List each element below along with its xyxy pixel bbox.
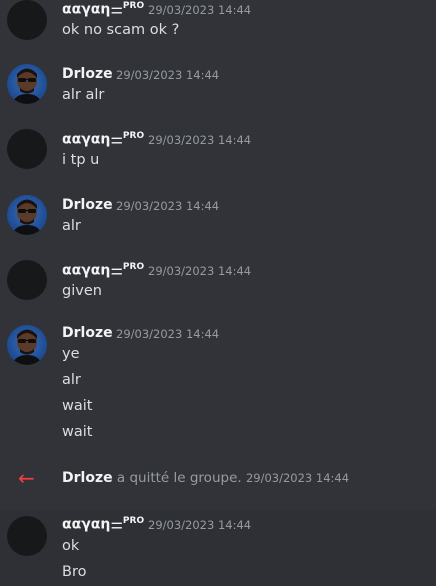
message-text: Bro bbox=[62, 564, 87, 580]
avatar[interactable] bbox=[7, 64, 47, 104]
message-text: alr bbox=[62, 218, 81, 234]
message-text: ok bbox=[62, 538, 80, 554]
system-user-name[interactable]: Drloze bbox=[62, 470, 113, 486]
avatar[interactable] bbox=[7, 516, 47, 556]
timestamp: 29/03/2023 14:44 bbox=[148, 518, 252, 532]
badge-glyph: ⚌ bbox=[110, 262, 123, 279]
author-name[interactable]: Drloze bbox=[62, 197, 113, 213]
author-name[interactable]: ααγαη⚌PRO bbox=[62, 131, 144, 148]
timestamp: 29/03/2023 14:44 bbox=[116, 199, 220, 213]
author-name[interactable]: Drloze bbox=[62, 66, 113, 82]
author-name[interactable]: ααγαη⚌PRO bbox=[62, 1, 144, 18]
message-text: alr alr bbox=[62, 87, 105, 103]
message-text: wait bbox=[62, 424, 93, 440]
badge-glyph: ⚌ bbox=[110, 516, 123, 533]
message-text: alr bbox=[62, 372, 81, 388]
portrait-icon bbox=[12, 329, 42, 365]
author-name[interactable]: ααγαη⚌PRO bbox=[62, 262, 144, 279]
author-name-text: ααγαη bbox=[62, 131, 111, 148]
author-name-text: ααγαη bbox=[62, 516, 111, 533]
message-group[interactable]: ααγαη⚌PRO 29/03/2023 14:44 ok no scam ok… bbox=[0, 0, 436, 46]
message-text: ye bbox=[62, 346, 80, 362]
message-group[interactable]: ααγαη⚌PRO 29/03/2023 14:44 given bbox=[0, 258, 436, 308]
timestamp: 29/03/2023 14:44 bbox=[116, 327, 220, 341]
avatar[interactable] bbox=[7, 260, 47, 300]
system-text: Drloze a quitté le groupe. 29/03/2023 14… bbox=[62, 470, 349, 486]
author-name[interactable]: Drloze bbox=[62, 325, 113, 341]
message-text: wait bbox=[62, 398, 93, 414]
timestamp: 29/03/2023 14:44 bbox=[116, 68, 220, 82]
leave-arrow-icon: ← bbox=[18, 466, 35, 490]
badge-glyph: ⚌ bbox=[110, 1, 123, 18]
portrait-icon bbox=[12, 68, 42, 104]
avatar[interactable] bbox=[7, 325, 47, 365]
badge-label: PRO bbox=[122, 131, 145, 141]
timestamp: 29/03/2023 14:44 bbox=[148, 264, 252, 278]
timestamp: 29/03/2023 14:44 bbox=[148, 133, 252, 147]
message-group[interactable]: Drloze 29/03/2023 14:44 alr bbox=[0, 193, 436, 243]
badge-label: PRO bbox=[122, 262, 145, 272]
avatar[interactable] bbox=[7, 195, 47, 235]
author-name[interactable]: ααγαη⚌PRO bbox=[62, 516, 144, 533]
badge-label: PRO bbox=[122, 516, 145, 526]
author-name-text: ααγαη bbox=[62, 1, 111, 18]
avatar[interactable] bbox=[7, 0, 47, 40]
system-action-text: a quitté le groupe. bbox=[116, 470, 242, 486]
message-group[interactable]: Drloze 29/03/2023 14:44 ye alr wait wait bbox=[0, 323, 436, 447]
message-group[interactable]: ααγαη⚌PRO 29/03/2023 14:44 ok Bro bbox=[0, 510, 436, 586]
message-group[interactable]: ααγαη⚌PRO 29/03/2023 14:44 i tp u bbox=[0, 127, 436, 177]
timestamp: 29/03/2023 14:44 bbox=[148, 3, 252, 17]
author-name-text: ααγαη bbox=[62, 262, 111, 279]
system-message: ← Drloze a quitté le groupe. 29/03/2023 … bbox=[0, 466, 436, 492]
message-text: i tp u bbox=[62, 152, 100, 168]
message-group[interactable]: Drloze 29/03/2023 14:44 alr alr bbox=[0, 62, 436, 112]
badge-glyph: ⚌ bbox=[110, 131, 123, 148]
timestamp: 29/03/2023 14:44 bbox=[245, 471, 350, 485]
message-text: ok no scam ok ? bbox=[62, 22, 180, 38]
avatar[interactable] bbox=[7, 129, 47, 169]
portrait-icon bbox=[12, 199, 42, 235]
message-text: given bbox=[62, 283, 102, 299]
badge-label: PRO bbox=[122, 1, 145, 11]
